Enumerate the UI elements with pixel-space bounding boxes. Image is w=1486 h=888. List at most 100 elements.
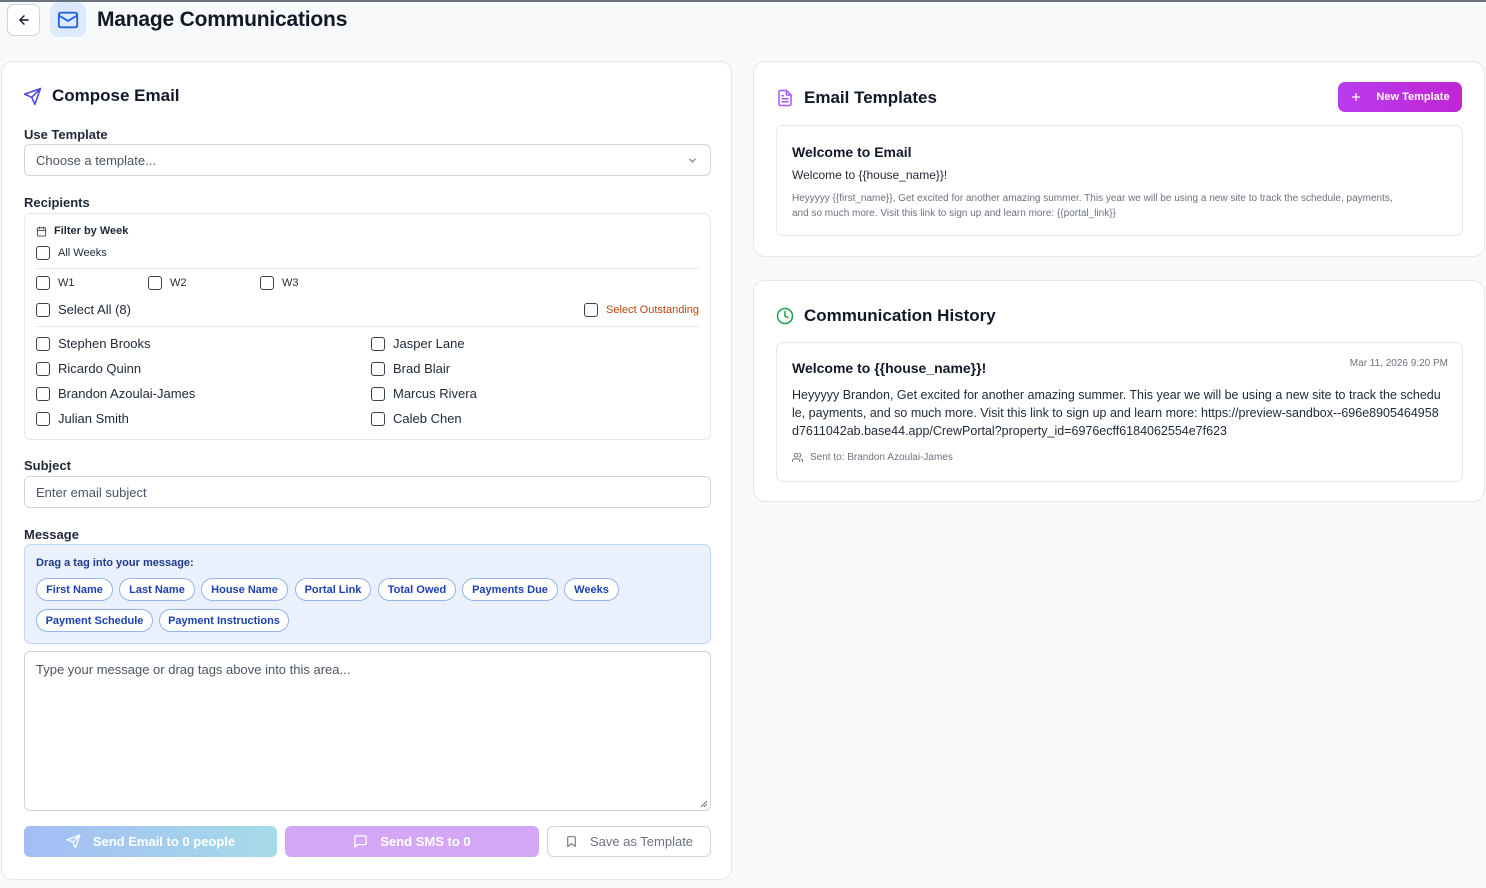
recipient-checkbox[interactable] xyxy=(371,386,385,401)
history-header: Communication History xyxy=(776,306,996,326)
message-label: Message xyxy=(24,527,79,542)
calendar-icon xyxy=(36,225,47,237)
recipient-checkbox[interactable] xyxy=(371,361,385,376)
history-sent-to-text: Sent to: Brandon Azoulai-James xyxy=(810,452,953,463)
tag-payment-schedule[interactable]: Payment Schedule xyxy=(36,609,153,632)
recipient-julian-smith[interactable]: Julian Smith xyxy=(36,411,129,426)
tag-palette-title: Drag a tag into your message: xyxy=(36,557,194,569)
recipient-name: Ricardo Quinn xyxy=(58,361,142,376)
tag-payments-due[interactable]: Payments Due xyxy=(462,578,558,601)
subject-input[interactable]: Enter email subject xyxy=(24,476,711,508)
resize-handle-icon[interactable] xyxy=(700,800,708,808)
recipient-caleb-chen[interactable]: Caleb Chen xyxy=(371,411,462,426)
mail-icon xyxy=(57,11,79,28)
select-all-option[interactable]: Select All (8) xyxy=(36,302,131,317)
select-outstanding-label: Select Outstanding xyxy=(606,304,699,316)
communication-history-card: Communication History Welcome to {{house… xyxy=(753,280,1485,502)
recipient-brandon-azoulai-james[interactable]: Brandon Azoulai-James xyxy=(36,386,195,401)
email-templates-card: Email Templates New Template Welcome to … xyxy=(753,61,1485,257)
tag-portal-link[interactable]: Portal Link xyxy=(295,578,371,601)
templates-title: Email Templates xyxy=(804,88,937,107)
w2-label: W2 xyxy=(170,277,187,289)
window-top-border xyxy=(0,0,1486,2)
select-outstanding-checkbox[interactable] xyxy=(584,303,599,317)
template-select[interactable]: Choose a template... xyxy=(24,144,711,176)
recipient-name: Marcus Rivera xyxy=(393,386,477,401)
all-weeks-checkbox[interactable] xyxy=(36,246,50,260)
message-square-icon xyxy=(354,835,368,848)
recipient-jasper-lane[interactable]: Jasper Lane xyxy=(371,336,465,351)
w2-checkbox[interactable] xyxy=(148,276,162,290)
subject-label: Subject xyxy=(24,458,71,473)
recipients-box: Filter by Week All Weeks W1 W2 W3 Select… xyxy=(24,213,711,440)
users-icon xyxy=(792,452,803,463)
arrow-left-icon xyxy=(18,15,29,25)
recipient-checkbox[interactable] xyxy=(36,386,50,401)
recipient-name: Brandon Azoulai-James xyxy=(58,386,196,401)
history-item[interactable]: Welcome to {{house_name}}! Mar 11, 2026 … xyxy=(776,342,1463,482)
w3-label: W3 xyxy=(282,277,299,289)
page-title: Manage Communications xyxy=(97,8,348,31)
tag-weeks[interactable]: Weeks xyxy=(564,578,619,601)
week-option-w1[interactable]: W1 xyxy=(36,276,75,290)
recipient-marcus-rivera[interactable]: Marcus Rivera xyxy=(371,386,477,401)
clock-icon xyxy=(776,307,794,325)
recipient-name: Brad Blair xyxy=(393,361,451,376)
bookmark-icon xyxy=(567,836,576,847)
template-item[interactable]: Welcome to Email Welcome to {{house_name… xyxy=(776,125,1463,236)
recipient-checkbox[interactable] xyxy=(36,361,50,376)
recipient-name: Caleb Chen xyxy=(393,411,462,426)
week-option-w3[interactable]: W3 xyxy=(260,276,299,290)
save-template-label: Save as Template xyxy=(589,834,694,849)
new-template-button[interactable]: New Template xyxy=(1338,82,1462,112)
send-sms-button[interactable]: Send SMS to 0 xyxy=(285,826,539,857)
recipient-name: Julian Smith xyxy=(58,411,129,426)
template-body: Heyyyyy {{first_name}}, Get excited for … xyxy=(792,193,1393,219)
recipient-checkbox[interactable] xyxy=(371,336,385,351)
recipient-checkbox[interactable] xyxy=(371,411,385,426)
send-icon xyxy=(23,87,42,105)
file-text-icon xyxy=(778,89,792,107)
week-option-w2[interactable]: W2 xyxy=(148,276,187,290)
recipient-name: Jasper Lane xyxy=(393,336,465,351)
save-template-button[interactable]: Save as Template xyxy=(547,826,711,857)
template-name: Welcome to Email xyxy=(792,144,912,160)
template-label: Use Template xyxy=(24,127,108,142)
recipient-brad-blair[interactable]: Brad Blair xyxy=(371,361,450,376)
tag-palette: Drag a tag into your message: First Name… xyxy=(24,544,711,644)
history-sent-to: Sent to: Brandon Azoulai-James xyxy=(792,452,953,463)
recipient-checkbox[interactable] xyxy=(36,336,50,351)
all-weeks-label: All Weeks xyxy=(58,247,107,259)
tag-total-owed[interactable]: Total Owed xyxy=(378,578,456,601)
send-sms-label: Send SMS to 0 xyxy=(380,834,471,849)
header-mail-badge xyxy=(50,2,86,37)
all-weeks-option[interactable]: All Weeks xyxy=(36,246,107,260)
tag-last-name[interactable]: Last Name xyxy=(119,578,195,601)
template-select-value: Choose a template... xyxy=(36,152,156,168)
week-divider xyxy=(36,268,699,269)
recipient-name: Stephen Brooks xyxy=(58,336,151,351)
history-subject: Welcome to {{house_name}}! xyxy=(792,360,987,376)
tag-first-name[interactable]: First Name xyxy=(36,578,113,601)
send-email-button[interactable]: Send Email to 0 people xyxy=(24,826,277,857)
w1-checkbox[interactable] xyxy=(36,276,50,290)
tag-payment-instructions[interactable]: Payment Instructions xyxy=(159,609,289,632)
recipient-ricardo-quinn[interactable]: Ricardo Quinn xyxy=(36,361,141,376)
select-all-checkbox[interactable] xyxy=(36,302,50,317)
history-title: Communication History xyxy=(804,306,996,325)
back-button[interactable] xyxy=(7,4,40,36)
message-textarea[interactable]: Type your message or drag tags above int… xyxy=(24,651,711,811)
recipient-checkbox[interactable] xyxy=(36,411,50,426)
select-outstanding-option[interactable]: Select Outstanding xyxy=(584,303,699,317)
templates-header: Email Templates xyxy=(776,88,937,108)
compose-title: Compose Email xyxy=(52,86,180,105)
tag-house-name[interactable]: House Name xyxy=(201,578,288,601)
chevron-down-icon xyxy=(689,158,696,163)
w3-checkbox[interactable] xyxy=(260,276,274,290)
subject-placeholder: Enter email subject xyxy=(36,484,147,500)
recipient-stephen-brooks[interactable]: Stephen Brooks xyxy=(36,336,151,351)
plus-icon xyxy=(1352,92,1361,102)
filter-label: Filter by Week xyxy=(54,225,129,237)
history-body: Heyyyyy Brandon, Get excited for another… xyxy=(792,388,1441,438)
compose-header: Compose Email xyxy=(23,86,180,106)
